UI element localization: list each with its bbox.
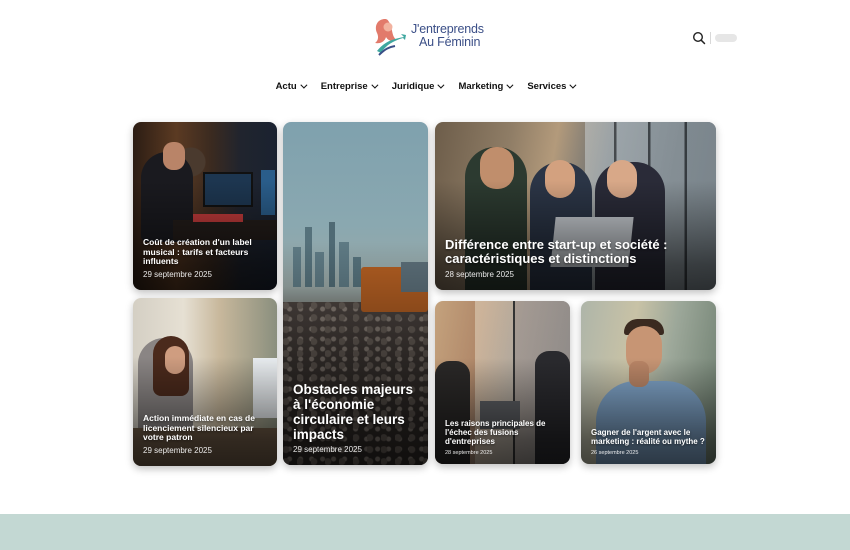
nav-item-services[interactable]: Services <box>519 80 582 92</box>
chevron-down-icon <box>569 81 577 89</box>
article-title[interactable]: Obstacles majeurs à l'économie circulair… <box>293 382 418 442</box>
article-title[interactable]: Les raisons principales de l'échec des f… <box>445 419 560 447</box>
account-button[interactable] <box>715 34 737 42</box>
article-card-economie-circulaire[interactable]: Obstacles majeurs à l'économie circulair… <box>283 122 428 465</box>
article-title[interactable]: Différence entre start-up et société : c… <box>445 237 706 267</box>
nav-item-label: Juridique <box>391 80 435 92</box>
chevron-down-icon <box>506 81 514 89</box>
article-title[interactable]: Coût de création d'un label musical : ta… <box>143 238 267 267</box>
page: J'entreprends Au Féminin Actu Entreprise… <box>0 0 850 550</box>
nav-item-entreprise[interactable]: Entreprise <box>313 80 384 92</box>
nav-item-juridique[interactable]: Juridique <box>384 80 451 92</box>
nav-item-label: Actu <box>275 80 297 92</box>
footer-band <box>0 514 850 550</box>
nav-item-label: Services <box>527 80 567 92</box>
article-title[interactable]: Action immédiate en cas de licenciement … <box>143 414 267 443</box>
article-card-fusions[interactable]: Les raisons principales de l'échec des f… <box>435 301 570 464</box>
main-nav: Actu Entreprise Juridique Marketing Serv… <box>0 80 850 92</box>
chevron-down-icon <box>371 81 379 89</box>
nav-item-label: Entreprise <box>320 80 368 92</box>
article-date: 29 septembre 2025 <box>143 270 212 279</box>
search-icon[interactable] <box>692 31 706 45</box>
chevron-down-icon <box>437 81 445 89</box>
nav-item-actu[interactable]: Actu <box>268 80 313 92</box>
article-date: 29 septembre 2025 <box>143 446 212 455</box>
article-date: 29 septembre 2025 <box>293 445 362 454</box>
header-divider <box>710 32 711 44</box>
site-logo[interactable]: J'entreprends Au Féminin <box>371 15 486 57</box>
article-date: 28 septembre 2025 <box>445 270 514 279</box>
logo-woman-icon <box>375 19 406 56</box>
nav-item-label: Marketing <box>458 80 504 92</box>
chevron-down-icon <box>300 81 308 89</box>
nav-item-marketing[interactable]: Marketing <box>450 80 519 92</box>
article-title[interactable]: Gagner de l'argent avec le marketing : r… <box>591 428 706 447</box>
article-card-marketing[interactable]: Gagner de l'argent avec le marketing : r… <box>581 301 716 464</box>
article-date: 26 septembre 2025 <box>591 450 639 456</box>
article-card-licenciement[interactable]: Action immédiate en cas de licenciement … <box>133 298 277 466</box>
logo-text-line2: Au Féminin <box>419 35 481 49</box>
article-card-label-musical[interactable]: Coût de création d'un label musical : ta… <box>133 122 277 290</box>
article-date: 28 septembre 2025 <box>445 450 493 456</box>
article-card-startup-societe[interactable]: Différence entre start-up et société : c… <box>435 122 716 290</box>
